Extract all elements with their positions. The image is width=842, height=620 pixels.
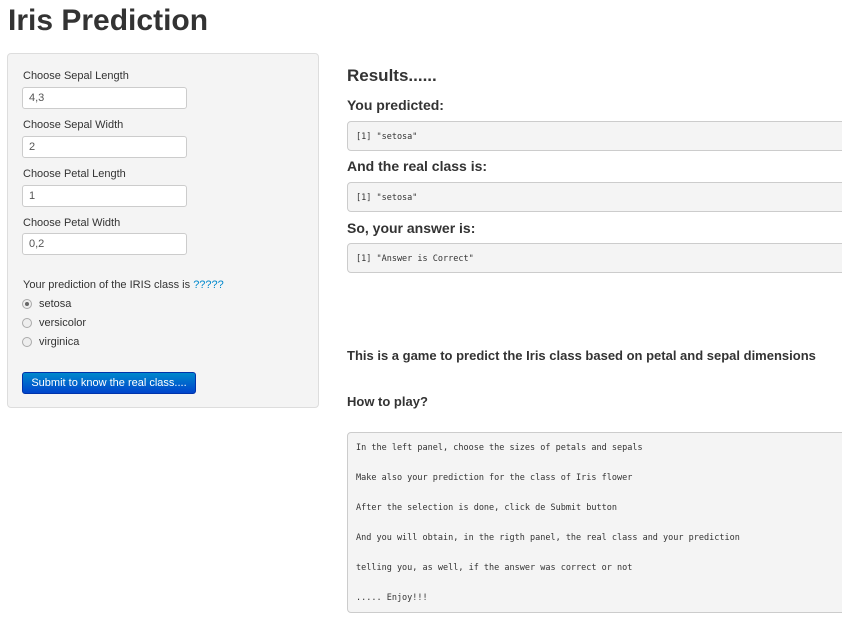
- radio-label: setosa: [39, 298, 72, 310]
- prediction-label-text: Your prediction of the IRIS class is: [23, 279, 194, 291]
- sepal-length-input[interactable]: [22, 87, 187, 109]
- answer-output: [1] "Answer is Correct": [347, 243, 842, 273]
- radio-icon: [22, 318, 32, 328]
- radio-label: versicolor: [39, 317, 87, 329]
- instruction-line: ..... Enjoy!!!: [356, 593, 428, 603]
- petal-length-label: Choose Petal Length: [23, 168, 126, 180]
- submit-button[interactable]: Submit to know the real class....: [22, 372, 196, 394]
- sepal-length-label: Choose Sepal Length: [23, 70, 129, 82]
- results-title: Results......: [347, 66, 437, 85]
- radio-selected-icon: [22, 299, 32, 309]
- radio-versicolor[interactable]: versicolor: [22, 317, 86, 329]
- instruction-line: After the selection is done, click de Su…: [356, 503, 617, 513]
- petal-width-input[interactable]: [22, 233, 187, 255]
- prediction-question-marks: ?????: [193, 279, 224, 291]
- real-class-output: [1] "setosa": [347, 182, 842, 212]
- real-class-label: And the real class is:: [347, 158, 488, 174]
- radio-virginica[interactable]: virginica: [22, 336, 79, 348]
- prediction-label: Your prediction of the IRIS class is ???…: [23, 279, 224, 291]
- instructions-box: In the left panel, choose the sizes of p…: [347, 432, 842, 613]
- petal-length-input[interactable]: [22, 185, 187, 207]
- instruction-line: telling you, as well, if the answer was …: [356, 563, 633, 573]
- instruction-line: And you will obtain, in the rigth panel,…: [356, 533, 740, 543]
- radio-icon: [22, 337, 32, 347]
- radio-label: virginica: [39, 336, 80, 348]
- description-text: This is a game to predict the Iris class…: [347, 348, 816, 363]
- answer-label: So, your answer is:: [347, 220, 476, 236]
- page-title: Iris Prediction: [8, 4, 209, 37]
- sidebar-panel: Choose Sepal Length Choose Sepal Width C…: [7, 53, 319, 408]
- sepal-width-input[interactable]: [22, 136, 187, 158]
- predicted-output: [1] "setosa": [347, 121, 842, 151]
- instruction-line: In the left panel, choose the sizes of p…: [356, 443, 643, 453]
- sepal-width-label: Choose Sepal Width: [23, 119, 124, 131]
- radio-setosa[interactable]: setosa: [22, 298, 71, 310]
- predicted-label: You predicted:: [347, 97, 444, 113]
- how-to-play-title: How to play?: [347, 394, 428, 409]
- petal-width-label: Choose Petal Width: [23, 217, 121, 229]
- instruction-line: Make also your prediction for the class …: [356, 473, 633, 483]
